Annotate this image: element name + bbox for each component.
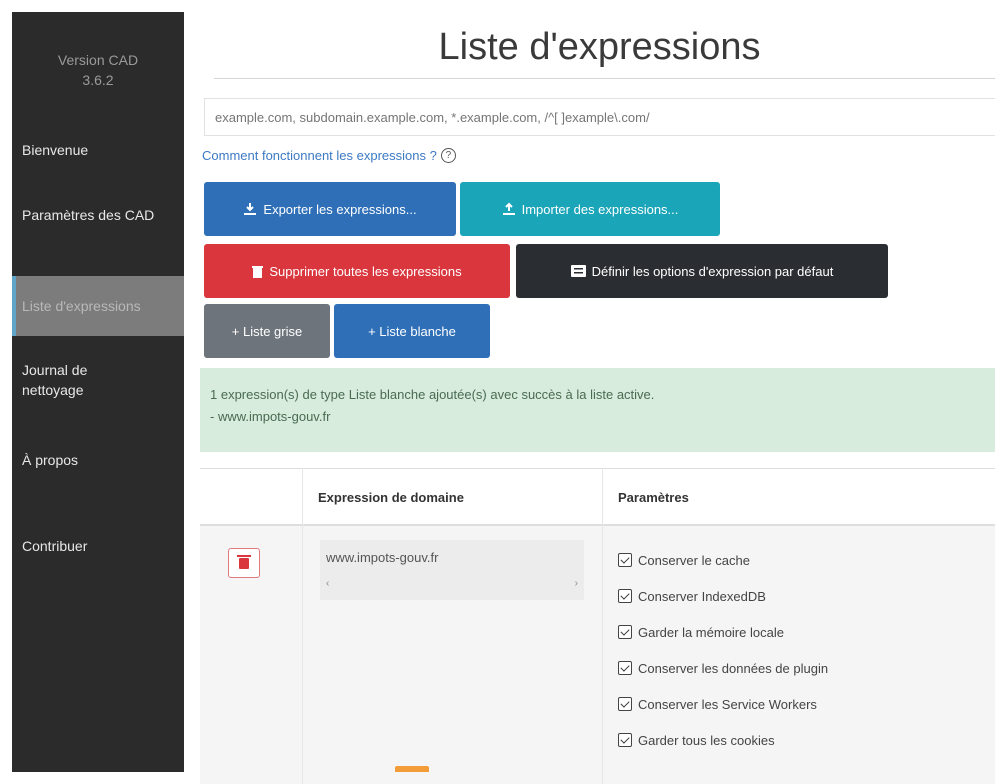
sidebar-item-expressions[interactable]: Liste d'expressions	[12, 276, 184, 336]
expression-input[interactable]	[205, 99, 995, 135]
domain-value: www.impots-gouv.fr	[326, 550, 439, 565]
success-alert: 1 expression(s) de type Liste blanche aj…	[200, 368, 995, 452]
column-divider	[302, 468, 303, 784]
column-header-domain: Expression de domaine	[318, 489, 464, 505]
export-button-label: Exporter les expressions...	[263, 201, 417, 217]
import-expressions-button[interactable]: Importer des expressions...	[460, 182, 720, 236]
setting-label: Conserver le cache	[638, 552, 750, 568]
partial-orange-element	[395, 766, 429, 772]
version-number: 3.6.2	[82, 72, 114, 88]
horizontal-scrollbar[interactable]: ‹ ›	[326, 578, 578, 589]
scroll-right-icon[interactable]: ›	[575, 578, 578, 589]
setting-keep-service-workers[interactable]: Conserver les Service Workers	[618, 686, 828, 722]
checkbox-checked-icon[interactable]	[618, 697, 632, 711]
setting-keep-localstorage[interactable]: Garder la mémoire locale	[618, 614, 828, 650]
settings-list: Conserver le cache Conserver IndexedDB G…	[618, 542, 828, 758]
sidebar-item-contribute[interactable]: Contribuer	[12, 536, 184, 556]
default-options-button[interactable]: Définir les options d'expression par déf…	[516, 244, 888, 298]
main-content: Liste d'expressions Comment fonctionnent…	[184, 12, 995, 784]
import-button-label: Importer des expressions...	[521, 201, 679, 217]
scroll-left-icon[interactable]: ‹	[326, 578, 329, 589]
sidebar-item-label: Liste d'expressions	[22, 298, 141, 314]
help-link[interactable]: Comment fonctionnent les expressions ? ?	[202, 148, 456, 163]
version-label: Version CAD 3.6.2	[12, 50, 184, 90]
upload-icon	[502, 202, 515, 215]
window-left-border	[0, 0, 12, 772]
column-header-settings: Paramètres	[618, 489, 689, 505]
sidebar-item-about[interactable]: À propos	[12, 450, 184, 470]
title-divider	[214, 78, 995, 79]
delete-all-button[interactable]: Supprimer toutes les expressions	[204, 244, 510, 298]
domain-cell[interactable]: www.impots-gouv.fr ‹ ›	[320, 540, 584, 600]
checkbox-checked-icon[interactable]	[618, 733, 632, 747]
list-icon	[570, 265, 586, 277]
checkbox-checked-icon[interactable]	[618, 625, 632, 639]
setting-keep-all-cookies[interactable]: Garder tous les cookies	[618, 722, 828, 758]
sidebar: Version CAD 3.6.2 Bienvenue Paramètres d…	[12, 12, 184, 772]
window-top-border	[0, 0, 995, 12]
page-title: Liste d'expressions	[438, 26, 761, 68]
checkbox-checked-icon[interactable]	[618, 589, 632, 603]
sidebar-item-cleanup-log[interactable]: Journal de nettoyage	[12, 360, 132, 400]
column-divider	[602, 468, 603, 784]
checkbox-checked-icon[interactable]	[618, 661, 632, 675]
download-icon	[244, 203, 257, 215]
setting-keep-plugin-data[interactable]: Conserver les données de plugin	[618, 650, 828, 686]
default-options-label: Définir les options d'expression par déf…	[591, 263, 834, 279]
export-expressions-button[interactable]: Exporter les expressions...	[204, 182, 456, 236]
trash-icon	[237, 554, 251, 569]
help-link-label: Comment fonctionnent les expressions ?	[202, 148, 437, 163]
setting-label: Conserver les données de plugin	[638, 660, 829, 676]
whitelist-button[interactable]: + Liste blanche	[334, 304, 490, 358]
delete-row-button[interactable]	[228, 548, 260, 578]
setting-keep-cache[interactable]: Conserver le cache	[618, 542, 828, 578]
setting-label: Garder tous les cookies	[638, 732, 775, 748]
sidebar-item-welcome[interactable]: Bienvenue	[12, 140, 184, 160]
delete-all-label: Supprimer toutes les expressions	[269, 263, 462, 279]
setting-keep-indexeddb[interactable]: Conserver IndexedDB	[618, 578, 828, 614]
alert-message: 1 expression(s) de type Liste blanche aj…	[210, 387, 655, 402]
version-name: Version CAD	[57, 52, 139, 68]
help-circle-icon: ?	[440, 148, 456, 163]
setting-label: Conserver IndexedDB	[638, 588, 766, 604]
trash-icon	[252, 265, 264, 278]
sidebar-item-settings[interactable]: Paramètres des CAD	[12, 205, 172, 225]
expression-input-wrapper	[204, 98, 995, 136]
alert-detail: - www.impots-gouv.fr	[210, 409, 331, 424]
setting-label: Conserver les Service Workers	[638, 696, 817, 712]
checkbox-checked-icon[interactable]	[618, 553, 632, 567]
setting-label: Garder la mémoire locale	[638, 624, 784, 640]
table-header: Expression de domaine Paramètres	[200, 468, 995, 526]
greylist-button[interactable]: + Liste grise	[204, 304, 330, 358]
expressions-table: Expression de domaine Paramètres www.imp…	[200, 468, 995, 784]
